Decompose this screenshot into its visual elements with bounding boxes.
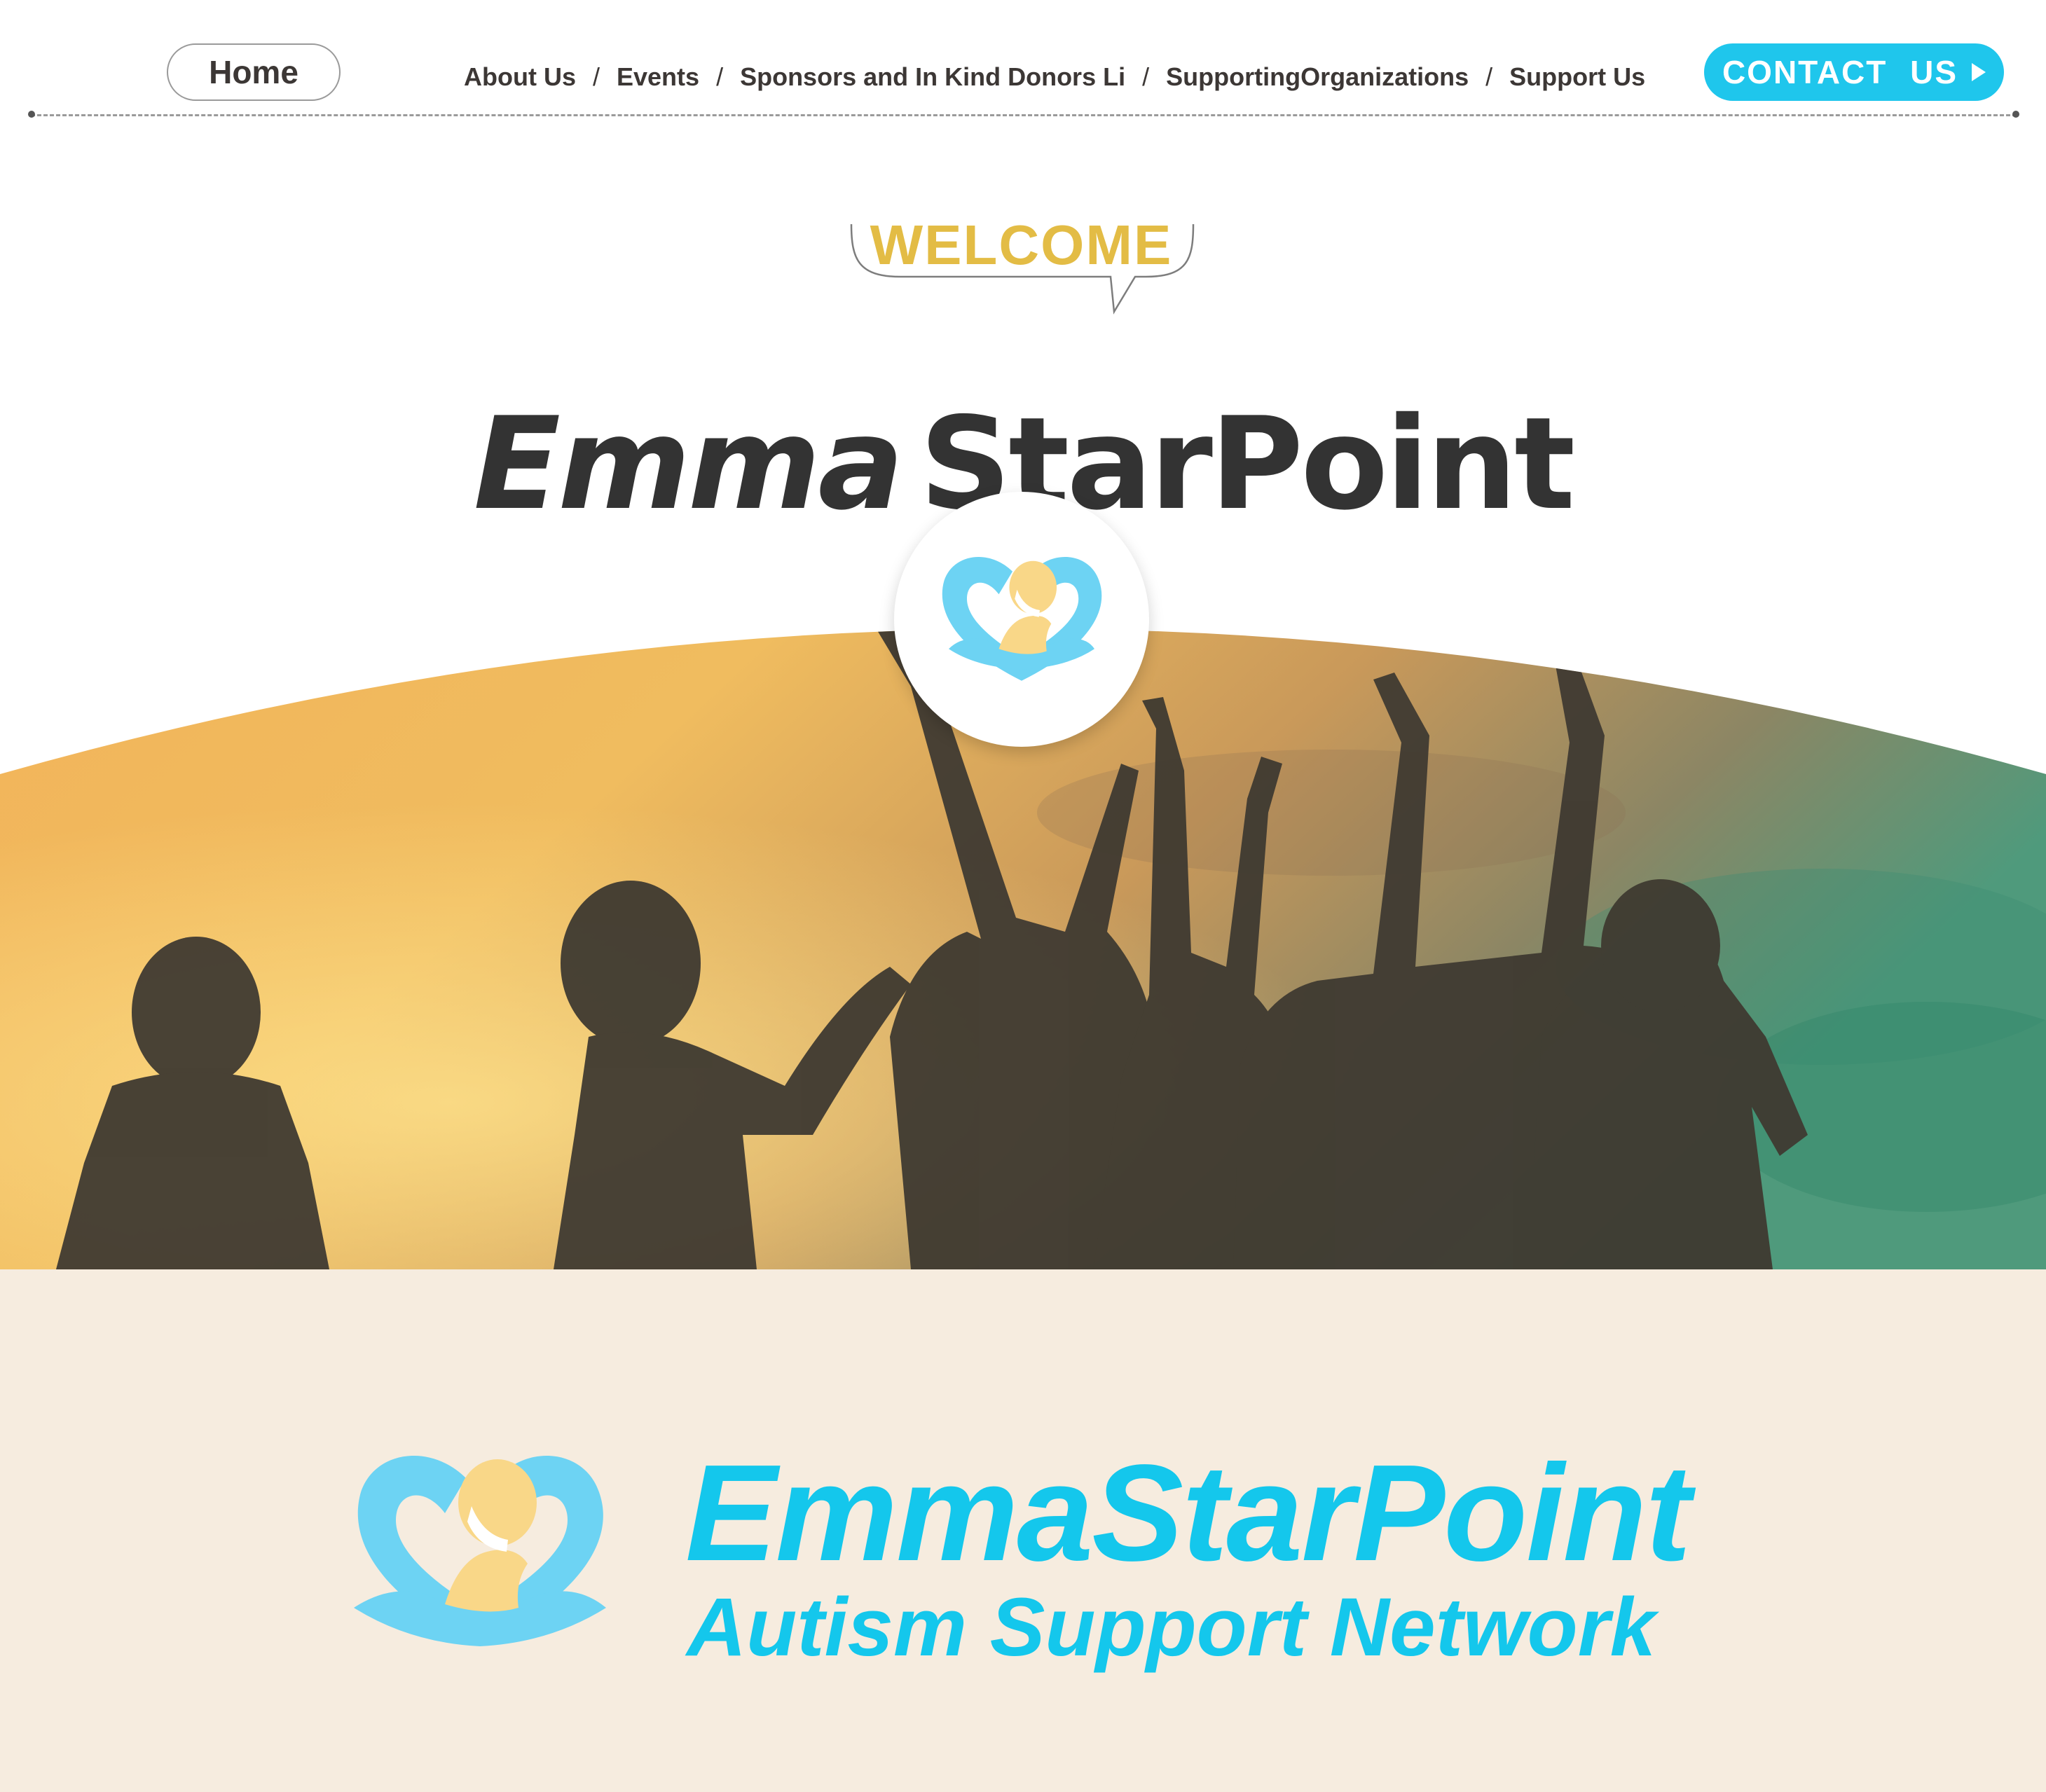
- heart-child-logo-icon: [942, 556, 1102, 681]
- title-part-emma: Emma: [473, 389, 904, 538]
- welcome-label: WELCOME: [870, 214, 1173, 276]
- brand-tagline: Autism Support Network: [687, 1581, 1656, 1674]
- header-divider: [31, 114, 2017, 116]
- nav-link-about-us[interactable]: About Us: [464, 62, 576, 92]
- home-button[interactable]: Home: [167, 43, 341, 101]
- heart-child-logo-icon: [354, 1455, 606, 1646]
- nav-separator: /: [716, 62, 724, 91]
- play-arrow-icon: [1972, 63, 1986, 81]
- nav-link-sponsors[interactable]: Sponsors and In Kind Donors Li: [740, 62, 1125, 92]
- nav-separator: /: [1485, 62, 1493, 91]
- divider-dot: [28, 111, 35, 118]
- nav-links: About Us / Events / Sponsors and In Kind…: [464, 56, 1645, 98]
- logo-badge: [894, 492, 1149, 747]
- contact-us-label: CONTACT US: [1722, 54, 1958, 90]
- top-navigation: Home About Us / Events / Sponsors and In…: [0, 0, 2046, 126]
- nav-link-support-us[interactable]: Support Us: [1509, 62, 1645, 92]
- brand-name: EmmaStarPoint: [685, 1436, 1691, 1590]
- nav-link-supporting-organizations[interactable]: SupportingOrganizations: [1166, 62, 1469, 92]
- nav-separator: /: [1142, 62, 1150, 91]
- nav-link-events[interactable]: Events: [617, 62, 699, 92]
- contact-us-button[interactable]: CONTACT US: [1704, 43, 2004, 101]
- nav-separator: /: [592, 62, 600, 91]
- divider-dot: [2012, 111, 2019, 118]
